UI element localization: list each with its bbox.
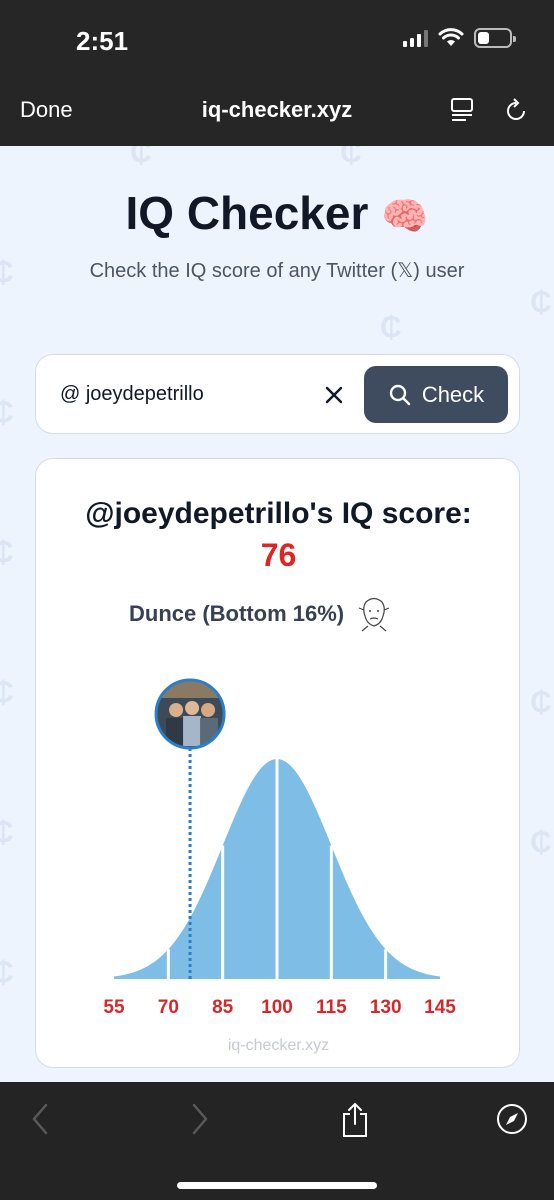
x-tick-label: 100	[261, 997, 293, 1018]
home-indicator	[177, 1182, 377, 1189]
dunce-face-icon	[358, 597, 390, 632]
watermark: iq-checker.xyz	[227, 1037, 330, 1054]
page-subtitle: Check the IQ score of any Twitter (𝕏) us…	[89, 260, 465, 282]
back-icon[interactable]	[30, 1102, 50, 1136]
wifi-icon	[438, 28, 464, 46]
username-input[interactable]: @ joeydepetrillo	[60, 383, 204, 406]
check-button-label: Check	[421, 381, 485, 407]
page-title: IQ Checker 🧠	[0, 186, 554, 240]
x-tick-label: 85	[212, 997, 234, 1018]
result-card: @joeydepetrillo's IQ score: 76 Dunce (Bo…	[35, 458, 520, 1068]
cellular-signal-icon	[403, 29, 428, 47]
score-heading: @joeydepetrillo's IQ score:	[85, 497, 472, 530]
web-content: ₵ ₵ ₵ ₵ ₵ ₵ ₵ ₵ ₵ ₵ ₵ ₵ IQ Checker 🧠 Che…	[0, 146, 554, 1082]
browser-top-chrome: 2:51 Done iq-checker.xyz	[0, 0, 554, 146]
check-button[interactable]: Check	[364, 366, 508, 423]
score-category: Dunce (Bottom 16%)	[129, 596, 392, 632]
score-category-label: Dunce (Bottom 16%)	[129, 601, 345, 626]
x-tick-label: 70	[158, 997, 179, 1018]
x-tick-label: 115	[316, 997, 347, 1018]
score-value: 76	[260, 537, 297, 573]
forward-icon[interactable]	[190, 1102, 210, 1136]
brain-icon: 🧠	[381, 196, 429, 238]
reader-view-icon[interactable]	[450, 97, 474, 123]
profile-avatar	[154, 678, 226, 750]
done-button[interactable]: Done	[20, 97, 73, 123]
status-icons	[403, 28, 516, 48]
battery-icon	[474, 28, 516, 48]
x-tick-label: 145	[424, 997, 456, 1018]
x-tick-label: 55	[103, 997, 125, 1018]
iq-distribution-chart: 55 70 85 100 115 130 145	[103, 678, 456, 1018]
share-icon[interactable]	[340, 1102, 370, 1138]
x-tick-label: 130	[370, 997, 402, 1018]
status-time: 2:51	[76, 26, 129, 56]
compass-icon[interactable]	[496, 1102, 528, 1136]
reload-icon[interactable]	[504, 97, 528, 123]
clear-icon[interactable]	[322, 383, 346, 407]
search-icon	[389, 384, 411, 405]
page-title-text: IQ Checker	[125, 187, 369, 239]
search-form: @ joeydepetrillo Check	[35, 354, 520, 434]
